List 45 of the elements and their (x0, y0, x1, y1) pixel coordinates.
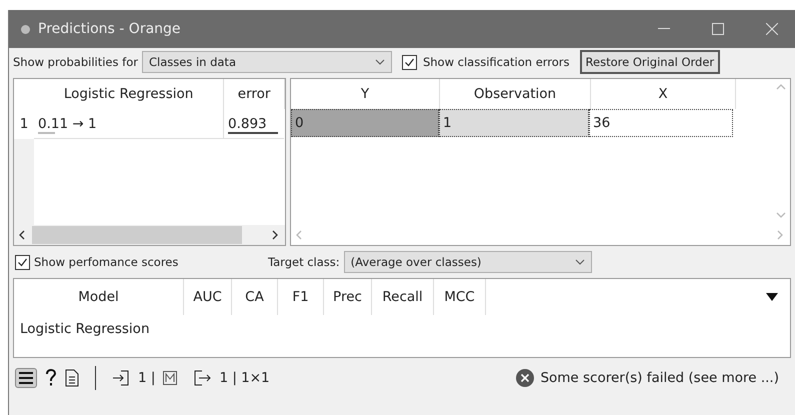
table-cell: 1 (439, 109, 589, 137)
matrix-icon (163, 371, 178, 385)
window-title: Predictions - Orange (38, 21, 181, 37)
table-cell: 0.11 → 1 (34, 109, 224, 139)
table-cell: 0.893 (224, 109, 284, 139)
target-class-label: Target class: (268, 255, 340, 269)
checkbox-label: Show classification errors (422, 55, 570, 69)
table-cell: 36 (589, 109, 733, 137)
checkbox-label: Show perfomance scores (34, 255, 180, 269)
dropdown-triangle-icon[interactable] (766, 293, 778, 301)
checkmark-icon (404, 56, 415, 68)
column-header[interactable]: Model (14, 279, 184, 315)
output-icon[interactable] (193, 369, 212, 387)
document-icon[interactable] (65, 369, 79, 387)
minimize-icon[interactable] (658, 28, 670, 30)
input-summary: 1 | (138, 370, 156, 386)
column-header[interactable]: MCC (434, 279, 486, 315)
column-header[interactable]: Logistic Regression (34, 79, 224, 109)
checkbox[interactable] (402, 54, 417, 70)
chevron-down-icon (574, 259, 585, 265)
input-icon[interactable] (112, 369, 130, 387)
status-message[interactable]: Some scorer(s) failed (see more ...) (540, 370, 779, 386)
restore-order-button[interactable]: Restore Original Order (580, 50, 720, 74)
table-cell-text: Logistic Regression (19, 320, 150, 339)
column-header[interactable]: Prec (324, 279, 372, 315)
maximize-icon[interactable] (712, 23, 724, 35)
output-summary: 1 | 1×1 (219, 370, 270, 386)
column-header[interactable]: CA (232, 279, 278, 315)
checkbox[interactable] (15, 254, 30, 270)
app-icon (21, 24, 30, 34)
chevron-down-icon (374, 59, 385, 65)
error-icon (516, 369, 534, 387)
column-header[interactable]: F1 (278, 279, 324, 315)
table-cell: 0 (291, 109, 439, 137)
target-class-dropdown[interactable]: (Average over classes) (344, 251, 592, 273)
help-icon[interactable] (45, 369, 57, 387)
menu-icon[interactable] (15, 368, 37, 388)
scrollbar-thumb[interactable] (32, 226, 242, 244)
checkmark-icon (17, 256, 28, 268)
probabilities-dropdown[interactable]: Classes in data (142, 51, 392, 73)
probabilities-label: Show probabilities for (13, 55, 138, 69)
column-header[interactable]: Recall (372, 279, 434, 315)
column-header[interactable]: AUC (184, 279, 232, 315)
close-icon[interactable] (766, 23, 778, 35)
column-header[interactable]: error (224, 79, 285, 109)
